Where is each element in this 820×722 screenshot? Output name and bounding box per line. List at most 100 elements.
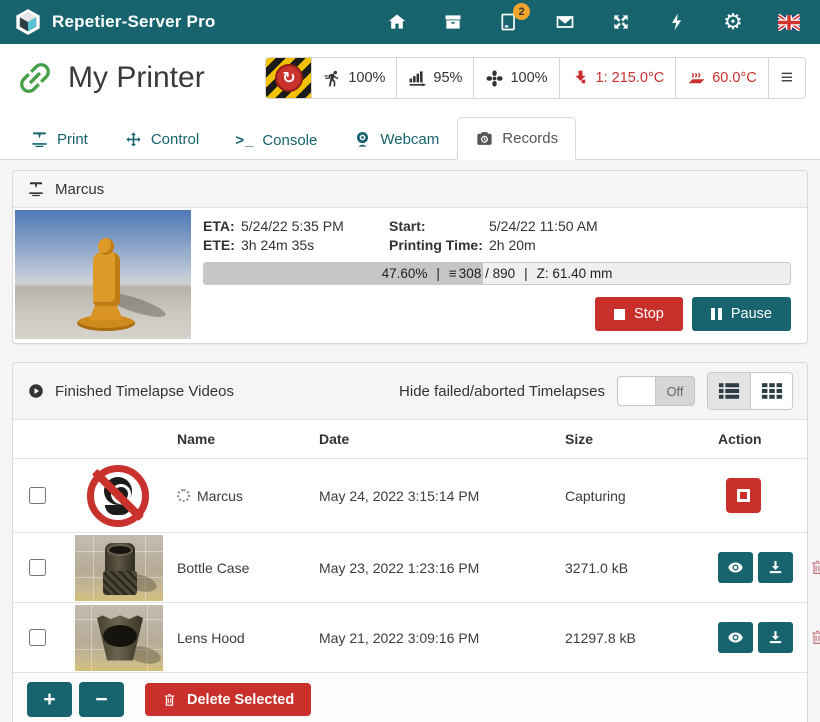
list-view-button[interactable] <box>708 373 750 409</box>
row-checkbox[interactable] <box>29 629 46 646</box>
download-button[interactable] <box>758 622 793 653</box>
connection-link-icon <box>14 57 56 99</box>
power-bolt-icon[interactable] <box>666 11 688 33</box>
printing-time-value: 2h 20m <box>489 237 791 253</box>
speed-value: 100% <box>348 70 385 86</box>
pause-button[interactable]: Pause <box>692 297 791 331</box>
eye-icon <box>727 559 744 576</box>
printer-name: My Printer <box>68 61 205 95</box>
job-name: Marcus <box>55 181 104 198</box>
stop-label: Stop <box>634 306 664 322</box>
tab-control[interactable]: Control <box>106 118 217 160</box>
delete-selected-button[interactable]: Delete Selected <box>145 683 311 716</box>
top-navbar: Repetier-Server Pro 2 ⚙ <box>0 0 820 44</box>
tab-console[interactable]: >_ Console <box>217 120 335 160</box>
table-row-marcus: Marcus May 24, 2022 3:15:14 PM Capturing <box>13 458 807 532</box>
deselect-all-button[interactable]: − <box>79 682 124 717</box>
timelapse-panel-header: Finished Timelapse Videos Hide failed/ab… <box>13 363 807 420</box>
tab-webcam[interactable]: Webcam <box>335 118 457 160</box>
printer-menu-button[interactable]: ≡ <box>769 58 805 98</box>
fullscreen-arrows-icon[interactable] <box>610 11 632 33</box>
speed-runner-icon <box>323 69 342 88</box>
video-name: Bottle Case <box>177 560 249 576</box>
col-date: Date <box>307 431 553 447</box>
row-checkbox[interactable] <box>29 559 46 576</box>
speed-indicator[interactable]: 100% <box>312 58 397 98</box>
move-arrows-icon <box>124 130 143 149</box>
tab-print-label: Print <box>57 131 88 148</box>
tab-webcam-label: Webcam <box>380 131 439 148</box>
language-flag-icon[interactable] <box>778 11 800 33</box>
col-size: Size <box>553 431 708 447</box>
printing-time-label: Printing Time: <box>389 237 489 253</box>
messages-icon[interactable] <box>554 11 576 33</box>
video-date: May 23, 2022 1:23:16 PM <box>307 560 553 576</box>
stop-capture-button[interactable] <box>726 478 761 513</box>
fan-indicator[interactable]: 100% <box>474 58 559 98</box>
timelapse-table-header: Name Date Size Action <box>13 420 807 458</box>
toggle-knob <box>618 377 656 405</box>
print-icon <box>30 130 49 149</box>
hide-failed-toggle[interactable]: Off <box>617 376 695 406</box>
row-checkbox[interactable] <box>29 487 46 504</box>
stop-button[interactable]: Stop <box>595 297 683 331</box>
video-date: May 21, 2022 3:09:16 PM <box>307 630 553 646</box>
col-action: Action <box>708 431 807 447</box>
printer-job-icon <box>27 180 45 198</box>
timelapse-panel: Finished Timelapse Videos Hide failed/ab… <box>12 362 808 722</box>
video-thumbnail[interactable] <box>75 535 163 601</box>
flow-value: 95% <box>433 70 462 86</box>
no-webcam-icon <box>87 465 149 527</box>
ete-label: ETE: <box>203 237 241 253</box>
delete-row-button[interactable] <box>807 628 820 648</box>
start-value: 5/24/22 11:50 AM <box>489 218 791 234</box>
video-size: 21297.8 kB <box>553 630 708 646</box>
printer-status-bar: ↻ 100% 95% <box>265 57 806 99</box>
eta-value: 5/24/22 5:35 PM <box>241 218 389 234</box>
delete-selected-label: Delete Selected <box>187 692 294 708</box>
settings-gear-icon[interactable]: ⚙ <box>722 11 744 33</box>
bed-temp-indicator[interactable]: 60.0°C <box>676 58 769 98</box>
job-panel-header: Marcus <box>13 171 807 208</box>
extruder-temp-indicator[interactable]: 1: 215.0°C <box>560 58 677 98</box>
video-thumbnail[interactable] <box>75 605 163 671</box>
bed-temp-value: 60.0°C <box>712 70 757 86</box>
download-icon <box>767 559 784 576</box>
printers-icon[interactable]: 2 <box>498 11 520 33</box>
layer-count: 308 / 890 <box>459 266 515 281</box>
ete-value: 3h 24m 35s <box>241 237 389 253</box>
table-row-bottle-case: Bottle Case May 23, 2022 1:23:16 PM 3271… <box>13 532 807 602</box>
delete-row-button[interactable] <box>807 558 820 578</box>
col-name: Name <box>165 431 307 447</box>
preview-button[interactable] <box>718 622 753 653</box>
select-all-button[interactable]: + <box>27 682 72 717</box>
tab-control-label: Control <box>151 131 199 148</box>
capturing-spinner-icon <box>177 489 190 502</box>
printer-badge: 2 <box>513 3 530 20</box>
stop-square-icon <box>737 489 750 502</box>
download-icon <box>767 629 784 646</box>
job-model-thumbnail <box>15 210 191 339</box>
view-switcher <box>707 372 793 410</box>
trash-icon <box>162 691 177 708</box>
flow-icon <box>408 69 427 88</box>
play-circle-icon <box>27 382 45 400</box>
download-button[interactable] <box>758 552 793 583</box>
grid-view-icon <box>761 381 783 401</box>
table-row-lens-hood: Lens Hood May 21, 2022 3:09:16 PM 21297.… <box>13 602 807 672</box>
tab-print[interactable]: Print <box>12 118 106 160</box>
grid-view-button[interactable] <box>750 373 792 409</box>
records-camera-icon <box>475 129 494 148</box>
flow-indicator[interactable]: 95% <box>397 58 474 98</box>
emergency-stop-button[interactable]: ↻ <box>266 58 312 98</box>
tab-records[interactable]: Records <box>457 117 576 160</box>
archive-box-icon[interactable] <box>442 11 464 33</box>
tab-records-label: Records <box>502 130 558 147</box>
layers-icon: ≡ <box>449 266 456 281</box>
video-size: 3271.0 kB <box>553 560 708 576</box>
home-icon[interactable] <box>386 11 408 33</box>
app-title: Repetier-Server Pro <box>52 12 215 32</box>
preview-button[interactable] <box>718 552 753 583</box>
extruder-temp-value: 1: 215.0°C <box>596 70 665 86</box>
print-progress-bar: 47.60% | ≡ 308 / 890 | Z: 61.40 mm <box>203 262 791 285</box>
